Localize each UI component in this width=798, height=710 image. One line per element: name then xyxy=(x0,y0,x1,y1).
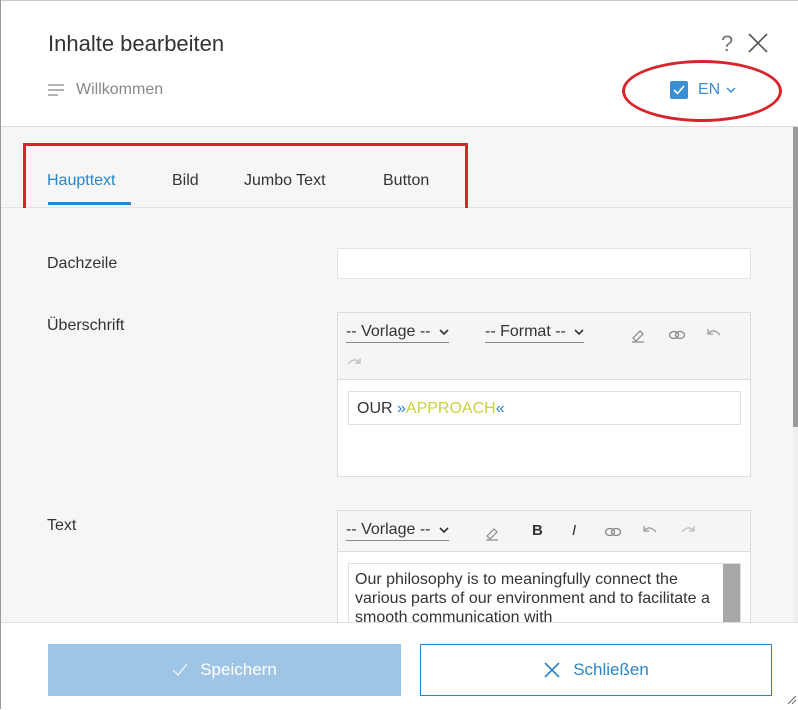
ueberschrift-value: OUR »APPROACH« xyxy=(357,400,505,418)
eraser-icon[interactable] xyxy=(630,327,646,343)
text-editor: -- Vorlage -- B I Our philosophy is to m… xyxy=(337,510,751,622)
italic-button[interactable]: I xyxy=(572,522,576,539)
resize-handle-icon[interactable] xyxy=(785,693,797,705)
format-select[interactable]: -- Format -- xyxy=(485,323,585,343)
dialog-scrollbar[interactable] xyxy=(793,127,798,622)
ueberschrift-quote-close: « xyxy=(495,400,505,417)
ueberschrift-input[interactable]: OUR »APPROACH« xyxy=(348,391,741,425)
dachzeile-label: Dachzeile xyxy=(47,255,118,272)
save-button-label: Speichern xyxy=(200,660,277,679)
lines-icon xyxy=(48,84,64,96)
chevron-down-icon xyxy=(574,329,584,336)
text-input[interactable]: Our philosophy is to meaningfully connec… xyxy=(348,563,741,622)
link-icon[interactable] xyxy=(604,525,622,539)
text-value: Our philosophy is to meaningfully connec… xyxy=(355,571,710,622)
close-button[interactable]: Schließen xyxy=(420,644,772,696)
text-template-select[interactable]: -- Vorlage -- xyxy=(346,521,449,541)
breadcrumb-label: Willkommen xyxy=(76,81,164,98)
redo-icon[interactable] xyxy=(680,525,696,537)
template-select-value: -- Vorlage -- xyxy=(346,323,431,340)
undo-icon[interactable] xyxy=(706,328,722,340)
ueberschrift-toolbar: -- Vorlage -- -- Format -- xyxy=(338,313,750,380)
scrollbar-thumb[interactable] xyxy=(793,127,798,427)
bold-button[interactable]: B xyxy=(532,522,543,539)
annotation-ellipse xyxy=(622,60,782,122)
close-icon xyxy=(544,662,560,678)
chevron-down-icon xyxy=(439,329,449,336)
help-icon[interactable]: ? xyxy=(721,31,733,57)
breadcrumb: Willkommen xyxy=(48,81,163,99)
close-icon[interactable] xyxy=(747,32,769,54)
text-template-select-value: -- Vorlage -- xyxy=(346,521,431,538)
format-select-value: -- Format -- xyxy=(485,323,566,340)
dialog-title: Inhalte bearbeiten xyxy=(48,31,225,56)
dialog-footer: Speichern Schließen xyxy=(1,622,798,710)
dachzeile-input[interactable] xyxy=(337,248,751,279)
chevron-down-icon xyxy=(439,527,449,534)
ueberschrift-label: Überschrift xyxy=(47,317,125,334)
save-button[interactable]: Speichern xyxy=(48,644,401,696)
link-icon[interactable] xyxy=(668,328,686,342)
eraser-icon[interactable] xyxy=(484,525,500,541)
redo-icon[interactable] xyxy=(346,357,362,369)
text-toolbar: -- Vorlage -- B I xyxy=(338,511,750,552)
form-content: Dachzeile Überschrift -- Vorlage -- -- F… xyxy=(1,208,793,622)
ueberschrift-editor: -- Vorlage -- -- Format -- OUR »APPROACH… xyxy=(337,312,751,477)
ueberschrift-value-prefix: OUR xyxy=(357,400,397,417)
ueberschrift-quote-open: » xyxy=(397,400,406,417)
close-button-label: Schließen xyxy=(573,660,649,679)
template-select[interactable]: -- Vorlage -- xyxy=(346,323,449,343)
checkmark-icon xyxy=(172,663,188,677)
ueberschrift-value-accent: APPROACH xyxy=(405,400,496,417)
text-input-scrollbar[interactable] xyxy=(723,564,740,622)
undo-icon[interactable] xyxy=(642,525,658,537)
text-label: Text xyxy=(47,517,77,534)
